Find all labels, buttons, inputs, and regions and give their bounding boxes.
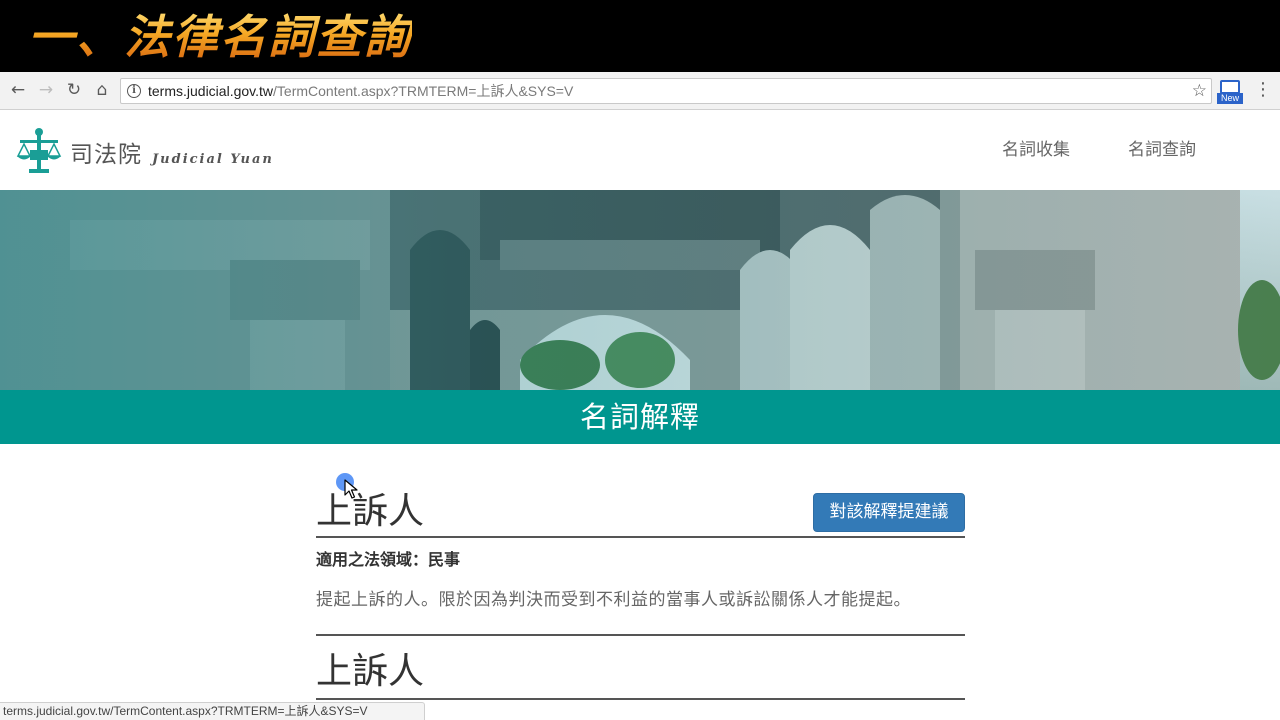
law-field: 適用之法領域：民事	[316, 550, 461, 569]
home-icon[interactable]: ⌂	[90, 78, 114, 102]
menu-icon[interactable]: ⋮	[1254, 78, 1272, 102]
url-text: terms.judicial.gov.tw/TermContent.aspx?T…	[148, 82, 573, 100]
suggest-button[interactable]: 對該解釋提建議	[813, 493, 965, 532]
caption-bar: 一、法律名詞查詢	[0, 0, 1280, 72]
term-title: 上訴人	[316, 491, 425, 532]
hero-image	[0, 190, 1280, 390]
back-icon[interactable]: ←	[6, 78, 30, 102]
site-header: 司法院 Judicial Yuan 名詞收集 名詞查詢	[0, 110, 1280, 190]
status-bar: terms.judicial.gov.tw/TermContent.aspx?T…	[0, 702, 425, 720]
hero-banner	[0, 190, 1280, 390]
scales-logo-icon[interactable]	[16, 126, 62, 176]
section-title-bar: 名詞解釋	[0, 390, 1280, 444]
forward-icon[interactable]: →	[34, 78, 58, 102]
divider	[316, 698, 965, 700]
browser-toolbar: ← → ↻ ⌂ i terms.judicial.gov.tw/TermCont…	[0, 72, 1280, 110]
section-title: 名詞解釋	[579, 400, 700, 434]
caption-title: 一、法律名詞查詢	[28, 10, 412, 64]
term-definition: 提起上訴的人。限於因為判決而受到不利益的當事人或訴訟關係人才能提起。	[316, 590, 911, 610]
term-content: 上訴人 對該解釋提建議 適用之法領域：民事 提起上訴的人。限於因為判決而受到不利…	[316, 444, 965, 720]
term-title-next: 上訴人	[316, 651, 425, 692]
info-icon[interactable]: i	[127, 84, 141, 98]
nav-item-search[interactable]: 名詞查詢	[1128, 139, 1196, 161]
nav-item-collect[interactable]: 名詞收集	[1002, 139, 1070, 161]
url-domain: terms.judicial.gov.tw	[148, 83, 274, 99]
extension-icon[interactable]: New	[1217, 80, 1243, 104]
divider	[316, 536, 965, 538]
reload-icon[interactable]: ↻	[62, 78, 86, 102]
star-icon[interactable]: ☆	[1192, 80, 1207, 102]
address-bar[interactable]: i terms.judicial.gov.tw/TermContent.aspx…	[120, 78, 1212, 104]
divider	[316, 634, 965, 636]
logo-subtitle: Judicial Yuan	[152, 152, 274, 167]
logo-text[interactable]: 司法院	[70, 141, 142, 169]
extension-badge: New	[1217, 93, 1243, 104]
url-path: /TermContent.aspx?TRMTERM=上訴人&SYS=V	[273, 83, 574, 99]
cursor-icon	[344, 479, 358, 499]
